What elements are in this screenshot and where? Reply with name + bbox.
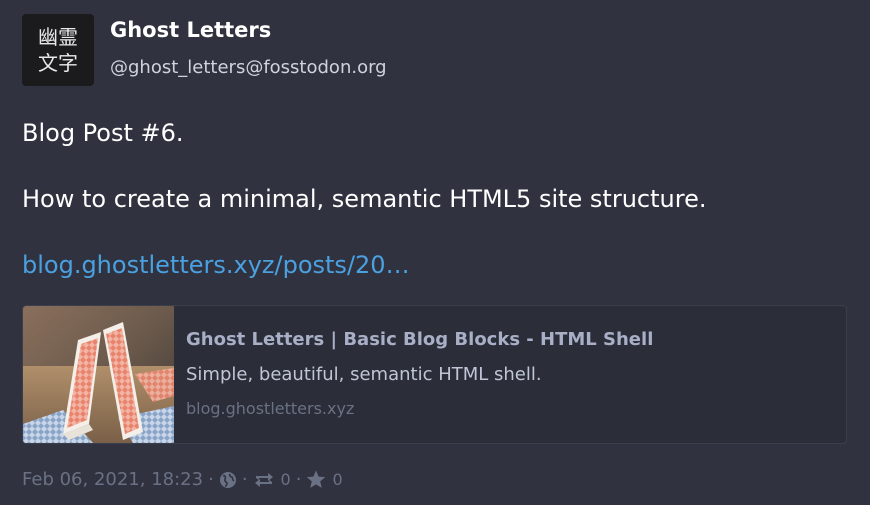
status-meta: Feb 06, 2021, 18:23 · · 0 · 0 — [22, 469, 343, 490]
star-icon — [306, 470, 326, 489]
account-handle[interactable]: @ghost_letters@fosstodon.org — [110, 57, 387, 78]
display-name[interactable]: Ghost Letters — [110, 18, 271, 42]
link-preview-card[interactable]: Ghost Letters | Basic Blog Blocks - HTML… — [22, 305, 847, 444]
status-timestamp[interactable]: Feb 06, 2021, 18:23 — [22, 469, 203, 490]
favourite-button[interactable]: 0 — [306, 470, 343, 489]
reblog-icon — [253, 472, 275, 488]
card-thumbnail-image — [23, 306, 174, 443]
reblog-button[interactable]: 0 — [253, 470, 291, 489]
avatar-text-line2: 文字 — [38, 51, 78, 75]
avatar[interactable]: 幽霊 文字 — [22, 14, 94, 86]
status-text-line1: Blog Post #6. — [22, 119, 184, 147]
card-title: Ghost Letters | Basic Blog Blocks - HTML… — [186, 329, 654, 350]
status-text-line2: How to create a minimal, semantic HTML5 … — [22, 185, 707, 213]
card-host: blog.ghostletters.xyz — [186, 399, 355, 418]
reblog-count: 0 — [280, 470, 291, 489]
avatar-text-line1: 幽霊 — [38, 25, 78, 49]
separator: · — [241, 469, 248, 490]
favourite-count: 0 — [332, 470, 343, 489]
card-description: Simple, beautiful, semantic HTML shell. — [186, 364, 542, 385]
status-link[interactable]: blog.ghostletters.xyz/posts/20… — [22, 251, 410, 279]
separator: · — [208, 469, 214, 490]
separator: · — [295, 469, 302, 490]
globe-icon — [219, 471, 237, 489]
